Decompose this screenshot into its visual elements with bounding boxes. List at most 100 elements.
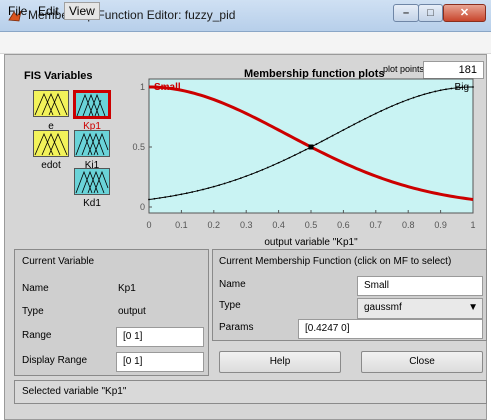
mf-big-point <box>164 196 167 199</box>
x-tick-label: 0 <box>146 220 151 230</box>
maximize-button[interactable]: □ <box>418 4 443 22</box>
mf-big-point <box>385 107 388 110</box>
mf-big-point <box>331 134 334 137</box>
fis-variables-title: FIS Variables <box>24 70 93 82</box>
mf-big-point <box>158 197 161 199</box>
plot-x-axis-label: output variable "Kp1" <box>264 237 358 248</box>
mf-big-point <box>283 159 285 162</box>
variable-name-label: Name <box>22 283 49 294</box>
mf-type-select[interactable]: gaussmf ▼ <box>357 298 483 319</box>
mf-big-point <box>202 188 204 191</box>
variable-name-value: Kp1 <box>118 283 136 294</box>
plot-points-label: plot points: <box>383 64 427 74</box>
mf-big-point <box>223 182 226 185</box>
mf-big-point <box>218 184 221 186</box>
x-tick-label: 1 <box>470 220 475 230</box>
close-window-button[interactable]: ✕ <box>443 4 486 22</box>
mf-big-point <box>423 93 426 96</box>
mf-big-point <box>320 140 323 143</box>
mf-big-point <box>185 192 188 195</box>
mf-big-point <box>401 100 404 103</box>
x-tick-label: 0.1 <box>175 220 188 230</box>
mf-big-point <box>239 177 242 180</box>
mf-big-point <box>439 89 442 92</box>
x-tick-label: 0.9 <box>434 220 447 230</box>
menu-bar <box>0 32 491 54</box>
fis-input-edot-box[interactable] <box>33 130 69 157</box>
mf-big-point <box>315 143 318 146</box>
mf-type-label: Type <box>219 300 241 311</box>
mf-big-point <box>272 164 275 167</box>
menu-file[interactable]: File <box>4 3 31 19</box>
mf-big-point <box>207 187 210 190</box>
mf-big-point <box>229 180 231 183</box>
x-tick-label: 0.3 <box>240 220 253 230</box>
range-input[interactable]: [0 1] <box>116 327 204 347</box>
mf-big-point <box>293 154 296 157</box>
mf-big-point <box>191 191 194 193</box>
mf-big-point <box>326 137 329 140</box>
mf-big-point <box>445 88 447 91</box>
x-tick-label: 0.2 <box>208 220 221 230</box>
membership-function-plot[interactable]: 0 0.1 0.2 0.3 0.4 0.5 0.6 0.7 0.8 0.9 1 0 0.5 1 Smal… <box>130 76 491 250</box>
mf-big-point <box>261 168 264 171</box>
mf-big-point <box>374 112 377 115</box>
mf-label-small[interactable]: Small <box>154 82 181 93</box>
mf-big-point <box>288 156 291 159</box>
mf-big-point <box>418 94 420 97</box>
mf-big-point <box>353 123 356 126</box>
mf-name-input[interactable]: Small <box>357 276 483 296</box>
mf-big-point <box>337 131 339 134</box>
mf-big-point <box>153 197 156 200</box>
mf-big-point <box>428 91 431 94</box>
mf-big-point <box>342 129 345 131</box>
menu-edit[interactable]: Edit <box>34 3 63 19</box>
mf-big-point <box>169 195 172 198</box>
mf-big-point <box>304 148 307 151</box>
mf-big-point <box>472 86 474 88</box>
fis-output-kd1-box[interactable] <box>74 168 110 195</box>
mf-name-label: Name <box>219 279 246 290</box>
mf-big-point <box>407 98 410 101</box>
dropdown-arrow-icon: ▼ <box>468 302 478 313</box>
current-variable-header: Current Variable <box>22 256 95 267</box>
mf-type-value: gaussmf <box>364 302 402 313</box>
x-tick-label: 0.8 <box>402 220 415 230</box>
mf-big-point <box>369 115 372 118</box>
fis-output-kp1-box[interactable] <box>73 90 111 119</box>
mf-big-point <box>380 110 383 112</box>
mf-big-point <box>347 126 350 129</box>
intersection-marker <box>308 144 314 150</box>
y-tick-label: 1 <box>140 82 145 92</box>
minimize-icon: – <box>402 7 410 19</box>
help-button[interactable]: Help <box>219 351 341 373</box>
mf-big-point <box>212 185 215 188</box>
mf-big-point <box>256 171 258 173</box>
display-range-input[interactable]: [0 1] <box>116 352 204 372</box>
mf-big-point <box>396 102 399 105</box>
status-text: Selected variable "Kp1" <box>22 386 127 397</box>
x-tick-label: 0.4 <box>272 220 285 230</box>
display-range-label: Display Range <box>22 355 88 366</box>
mf-big-point <box>299 151 302 154</box>
mf-big-point <box>412 96 415 99</box>
range-label: Range <box>22 330 52 341</box>
mf-big-point <box>277 161 280 164</box>
x-tick-label: 0.6 <box>337 220 350 230</box>
mf-label-big[interactable]: Big <box>455 82 469 93</box>
fis-output-ki1-box[interactable] <box>74 130 110 157</box>
mf-big-point <box>364 117 366 120</box>
variable-type-value: output <box>118 306 146 317</box>
mf-big-point <box>245 175 248 178</box>
mf-big-point <box>434 90 437 93</box>
mf-params-input[interactable]: [0.4247 0] <box>298 319 483 339</box>
close-button[interactable]: Close <box>361 351 483 373</box>
fis-input-e-box[interactable] <box>33 90 69 117</box>
mf-big-point <box>358 120 361 123</box>
minimize-button[interactable]: – <box>393 4 419 22</box>
mf-big-point <box>180 193 183 196</box>
x-tick-label: 0.5 <box>305 220 318 230</box>
mf-big-point <box>391 105 393 107</box>
y-tick-label: 0 <box>140 202 145 212</box>
menu-view[interactable]: View <box>64 2 100 20</box>
